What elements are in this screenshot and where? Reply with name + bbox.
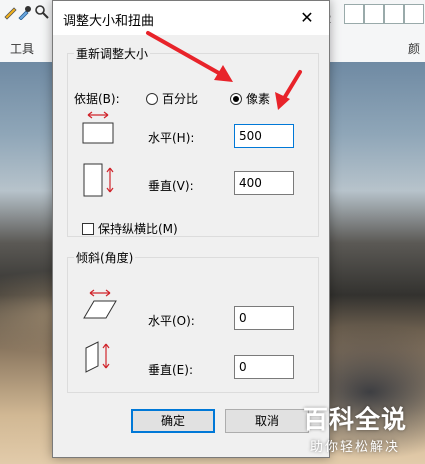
- keep-aspect-ratio-label[interactable]: 保持纵横比(M): [98, 220, 178, 237]
- close-icon: ✕: [300, 8, 314, 27]
- color-swatch[interactable]: [364, 4, 384, 24]
- ok-button[interactable]: 确定: [131, 409, 215, 433]
- percent-label[interactable]: 百分比: [162, 90, 198, 107]
- magnifier-icon[interactable]: [34, 4, 50, 20]
- watermark: 百科全说 助你轻松解决: [294, 400, 416, 458]
- dialog-title: 调整大小和扭曲: [63, 14, 155, 29]
- skew-vertical-input[interactable]: [234, 355, 294, 379]
- close-button[interactable]: ✕: [285, 1, 329, 35]
- resize-horizontal-input[interactable]: [234, 124, 294, 148]
- resize-skew-dialog: 调整大小和扭曲 ✕ 重新调整大小 依据(B): 百分比 像素 水平(H): 垂直…: [52, 0, 330, 458]
- color-picker-icon[interactable]: [16, 4, 32, 20]
- resize-horizontal-label: 水平(H):: [148, 131, 195, 145]
- pixels-radio[interactable]: [230, 93, 242, 105]
- color-swatch[interactable]: [404, 4, 424, 24]
- keep-aspect-ratio-checkbox[interactable]: [82, 223, 94, 235]
- tools-group-label: 工具: [10, 42, 35, 56]
- resize-vertical-icon: [83, 163, 114, 197]
- watermark-title: 百科全说: [302, 405, 407, 434]
- resize-vertical-label: 垂直(V):: [148, 179, 194, 193]
- color-swatch[interactable]: [384, 4, 404, 24]
- resize-vertical-input[interactable]: [234, 171, 294, 195]
- resize-group-label: 重新调整大小: [76, 47, 149, 61]
- skew-vertical-label: 垂直(E):: [148, 363, 193, 377]
- pixels-label[interactable]: 像素: [246, 90, 270, 107]
- resize-by-label: 依据(B):: [74, 92, 120, 106]
- skew-vertical-icon: [85, 341, 110, 373]
- percent-radio[interactable]: [146, 93, 158, 105]
- skew-horizontal-label: 水平(O):: [148, 314, 195, 328]
- skew-horizontal-input[interactable]: [234, 306, 294, 330]
- skew-group: 倾斜(角度) 水平(O): 垂直(E):: [67, 249, 319, 393]
- title-bar[interactable]: 调整大小和扭曲 ✕: [53, 1, 329, 35]
- watermark-subtitle: 助你轻松解决: [309, 440, 400, 455]
- colors-group-label: 颜: [408, 42, 421, 56]
- resize-group: 重新调整大小 依据(B): 百分比 像素 水平(H): 垂直(V): 保持纵横比…: [67, 45, 319, 237]
- skew-horizontal-icon: [83, 289, 117, 319]
- skew-group-label: 倾斜(角度): [76, 251, 134, 265]
- color-swatch[interactable]: [344, 4, 364, 24]
- resize-horizontal-icon: [82, 111, 114, 144]
